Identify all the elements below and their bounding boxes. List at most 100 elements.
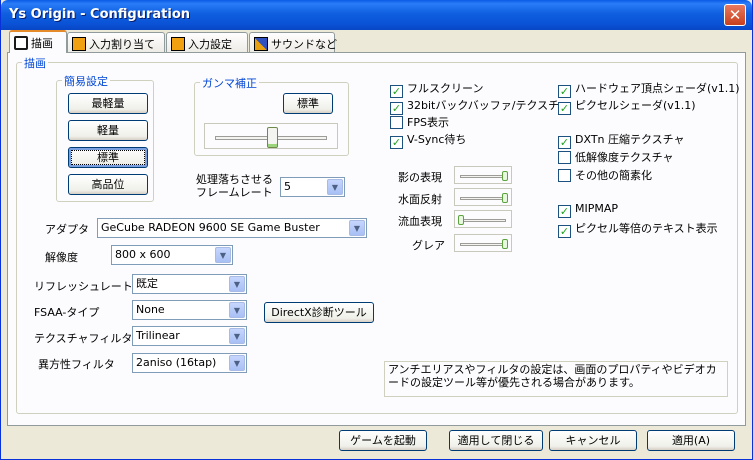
texfilter-select[interactable]: Trilinear ▼ [132, 326, 247, 346]
slider-track [460, 175, 506, 178]
tab-label: 入力設定 [188, 38, 232, 51]
preset-high-button[interactable]: 高品位 [68, 174, 148, 195]
option-label: DXTn 圧縮テクスチャ [575, 133, 685, 146]
tab-input-settings[interactable]: 入力設定 [166, 32, 248, 53]
cancel-button[interactable]: キャンセル [549, 430, 637, 451]
directx-diag-button[interactable]: DirectX診断ツール [264, 302, 374, 323]
gamma-group-title: ガンマ補正 [200, 75, 259, 91]
adapter-select[interactable]: GeCube RADEON 9600 SE Game Buster ▼ [97, 218, 367, 238]
option-row[interactable]: ✓ ハードウェア頂点シェーダ(v1.1) [558, 80, 740, 98]
settings-note: アンチエリアスやフィルタの設定は、画面のプロパティやビデオカードの設定ツール等が… [384, 361, 728, 397]
slider-thumb[interactable] [502, 171, 508, 181]
frameskip-label-line1: 処理落ちさせる [196, 173, 273, 186]
fsaa-select[interactable]: None ▼ [132, 300, 247, 320]
option-checkbox[interactable] [390, 116, 403, 129]
tab-label: 入力割り当て [89, 38, 155, 51]
option-checkbox[interactable]: ✓ [558, 225, 571, 238]
option-row[interactable]: ✓ 32bitバックバッファ/テクスチャ [390, 97, 570, 115]
select-value: 2aniso (16tap) [136, 356, 217, 369]
frameskip-label: 処理落ちさせる フレームレート [196, 173, 273, 199]
effect-label: 影の表現 [398, 171, 442, 184]
option-checkbox[interactable]: ✓ [390, 136, 403, 149]
draw-tab-panel: 描画 簡易設定 最軽量 軽量 標準 高品位 ガンマ補正 標準 処理落ちさせる フレ… [7, 52, 746, 426]
effect-slider[interactable] [454, 166, 512, 184]
select-value: 既定 [136, 277, 158, 290]
option-checkbox[interactable] [558, 169, 571, 182]
option-row[interactable]: その他の簡素化 [558, 167, 652, 183]
slider-thumb[interactable] [502, 193, 508, 203]
frameskip-select[interactable]: 5 ▼ [280, 177, 345, 197]
chevron-down-icon[interactable]: ▼ [229, 302, 245, 318]
effect-slider[interactable] [454, 188, 512, 206]
tab-input-assign[interactable]: 入力割り当て [67, 32, 165, 53]
option-label: フルスクリーン [407, 82, 484, 95]
apply-close-button[interactable]: 適用して閉じる [449, 430, 543, 451]
option-checkbox[interactable] [558, 151, 571, 164]
option-label: MIPMAP [575, 202, 619, 215]
chevron-down-icon[interactable]: ▼ [327, 179, 343, 195]
apply-button[interactable]: 適用(A) [647, 430, 735, 451]
option-checkbox[interactable]: ✓ [558, 205, 571, 218]
option-label: FPS表示 [407, 116, 449, 129]
option-row[interactable]: FPS表示 [390, 114, 449, 130]
effect-label: グレア [412, 239, 445, 252]
texfilter-label: テクスチャフィルタ [34, 332, 133, 345]
option-row[interactable]: ✓ MIPMAP [558, 202, 618, 218]
effect-slider[interactable] [454, 210, 512, 228]
option-label: その他の簡素化 [575, 169, 652, 182]
option-row[interactable]: ✓ DXTn 圧縮テクスチャ [558, 131, 685, 149]
option-checkbox[interactable]: ✓ [558, 102, 571, 115]
aniso-label: 異方性フィルタ [38, 358, 115, 371]
effect-slider[interactable] [454, 234, 512, 252]
select-value: 5 [284, 180, 291, 193]
option-row[interactable]: ✓ ピクセル等倍のテキスト表示 [558, 220, 718, 238]
chevron-down-icon[interactable]: ▼ [349, 220, 365, 236]
option-row[interactable]: ✓ フルスクリーン [390, 80, 483, 98]
frameskip-label-line2: フレームレート [196, 186, 273, 199]
close-button[interactable]: ✕ [724, 4, 746, 26]
gamma-slider[interactable] [204, 123, 338, 149]
effect-label: 流血表現 [398, 215, 442, 228]
gamepad-icon [72, 37, 86, 51]
resolution-label: 解像度 [45, 251, 78, 264]
option-label: 32bitバックバッファ/テクスチャ [407, 99, 571, 112]
adapter-label: アダプタ [45, 223, 89, 236]
option-label: ピクセル等倍のテキスト表示 [575, 222, 718, 235]
select-value: 800 x 600 [115, 248, 171, 261]
select-value: None [136, 303, 165, 316]
refresh-label: リフレッシュレート [34, 280, 133, 293]
slider-thumb[interactable] [458, 215, 464, 225]
tab-sound[interactable]: サウンドなど [249, 32, 337, 53]
refresh-select[interactable]: 既定 ▼ [132, 274, 247, 294]
slider-thumb[interactable] [267, 127, 278, 148]
option-checkbox[interactable]: ✓ [558, 136, 571, 149]
display-icon [14, 36, 28, 50]
tab-draw[interactable]: 描画 [9, 30, 67, 53]
option-row[interactable]: 低解像度テクスチャ [558, 149, 674, 165]
option-label: ハードウェア頂点シェーダ(v1.1) [575, 82, 740, 95]
preset-light-button[interactable]: 軽量 [68, 120, 148, 141]
title-bar[interactable]: Ys Origin - Configuration ✕ [1, 0, 752, 30]
speaker-icon [254, 37, 268, 51]
gamepad-icon [171, 37, 185, 51]
slider-track [460, 197, 506, 200]
preset-lightest-button[interactable]: 最軽量 [68, 93, 148, 114]
option-row[interactable]: ✓ V-Sync待ち [390, 131, 466, 149]
chevron-down-icon[interactable]: ▼ [215, 247, 231, 263]
select-value: Trilinear [136, 329, 180, 342]
launch-game-button[interactable]: ゲームを起動 [339, 430, 427, 451]
option-row[interactable]: ✓ ピクセルシェーダ(v1.1) [558, 97, 696, 115]
preset-standard-button[interactable]: 標準 [68, 147, 148, 168]
option-label: V-Sync待ち [407, 133, 467, 146]
chevron-down-icon[interactable]: ▼ [229, 328, 245, 344]
gamma-reset-button[interactable]: 標準 [283, 93, 333, 114]
resolution-select[interactable]: 800 x 600 ▼ [111, 245, 233, 265]
option-label: ピクセルシェーダ(v1.1) [575, 99, 696, 112]
fsaa-label: FSAA-タイプ [34, 306, 100, 319]
chevron-down-icon[interactable]: ▼ [229, 276, 245, 292]
option-label: 低解像度テクスチャ [575, 151, 674, 164]
aniso-select[interactable]: 2aniso (16tap) ▼ [132, 353, 247, 373]
chevron-down-icon[interactable]: ▼ [229, 355, 245, 371]
slider-thumb[interactable] [502, 239, 508, 249]
config-window: Ys Origin - Configuration ✕ 描画 入力割り当て 入力… [0, 0, 753, 460]
